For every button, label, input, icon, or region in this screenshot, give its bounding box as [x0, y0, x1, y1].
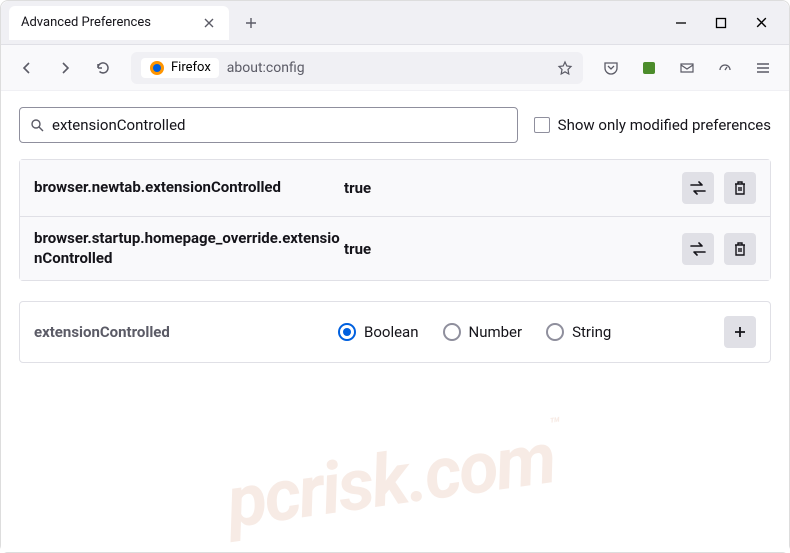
checkbox-text: Show only modified preferences: [558, 116, 771, 134]
add-button[interactable]: [724, 316, 756, 348]
toggle-button[interactable]: [682, 233, 714, 265]
type-radiogroup: Boolean Number String: [338, 323, 720, 341]
minimize-button[interactable]: [673, 15, 689, 31]
forward-button[interactable]: [49, 52, 81, 84]
url-text: about:config: [227, 60, 549, 76]
search-box[interactable]: [19, 107, 518, 143]
radio-label: String: [572, 323, 611, 341]
preference-name: browser.newtab.extensionControlled: [34, 178, 344, 198]
menu-button[interactable]: [747, 52, 779, 84]
delete-button[interactable]: [724, 233, 756, 265]
preference-name: browser.startup.homepage_override.extens…: [34, 229, 344, 268]
tab-title: Advanced Preferences: [21, 15, 151, 30]
bookmark-star-icon[interactable]: [557, 60, 573, 76]
mail-icon[interactable]: [671, 52, 703, 84]
radio-icon: [338, 323, 356, 341]
add-preference-section: extensionControlled Boolean Number Strin…: [19, 301, 771, 363]
new-tab-button[interactable]: [237, 9, 265, 37]
preference-row: browser.startup.homepage_override.extens…: [20, 217, 770, 280]
url-bar[interactable]: Firefox about:config: [131, 52, 583, 84]
delete-button[interactable]: [724, 172, 756, 204]
back-button[interactable]: [11, 52, 43, 84]
radio-label: Boolean: [364, 323, 419, 341]
preference-row: browser.newtab.extensionControlled true: [20, 160, 770, 217]
close-tab-icon[interactable]: [201, 15, 217, 31]
close-window-button[interactable]: [753, 15, 769, 31]
url-identity: Firefox: [141, 58, 219, 78]
type-radio-string[interactable]: String: [546, 323, 611, 341]
search-input[interactable]: [52, 116, 507, 134]
maximize-button[interactable]: [713, 15, 729, 31]
modified-only-checkbox-label[interactable]: Show only modified preferences: [534, 116, 771, 134]
radio-icon: [443, 323, 461, 341]
preference-results: browser.newtab.extensionControlled true …: [19, 159, 771, 281]
dashboard-icon[interactable]: [709, 52, 741, 84]
content-area: Show only modified preferences browser.n…: [1, 91, 789, 552]
radio-label: Number: [469, 323, 523, 341]
titlebar: Advanced Preferences: [1, 1, 789, 45]
radio-icon: [546, 323, 564, 341]
watermark: pcrisk.com™: [221, 414, 568, 545]
toggle-button[interactable]: [682, 172, 714, 204]
modified-only-checkbox[interactable]: [534, 117, 550, 133]
type-radio-number[interactable]: Number: [443, 323, 523, 341]
search-icon: [30, 118, 44, 132]
preference-value: true: [344, 240, 682, 258]
extension-icon[interactable]: [633, 52, 665, 84]
pocket-icon[interactable]: [595, 52, 627, 84]
firefox-icon: [149, 60, 165, 76]
nav-toolbar: Firefox about:config: [1, 45, 789, 91]
browser-tab[interactable]: Advanced Preferences: [9, 6, 229, 40]
reload-button[interactable]: [87, 52, 119, 84]
url-identity-label: Firefox: [171, 60, 211, 75]
type-radio-boolean[interactable]: Boolean: [338, 323, 419, 341]
new-preference-name: extensionControlled: [34, 323, 334, 341]
preference-value: true: [344, 179, 682, 197]
